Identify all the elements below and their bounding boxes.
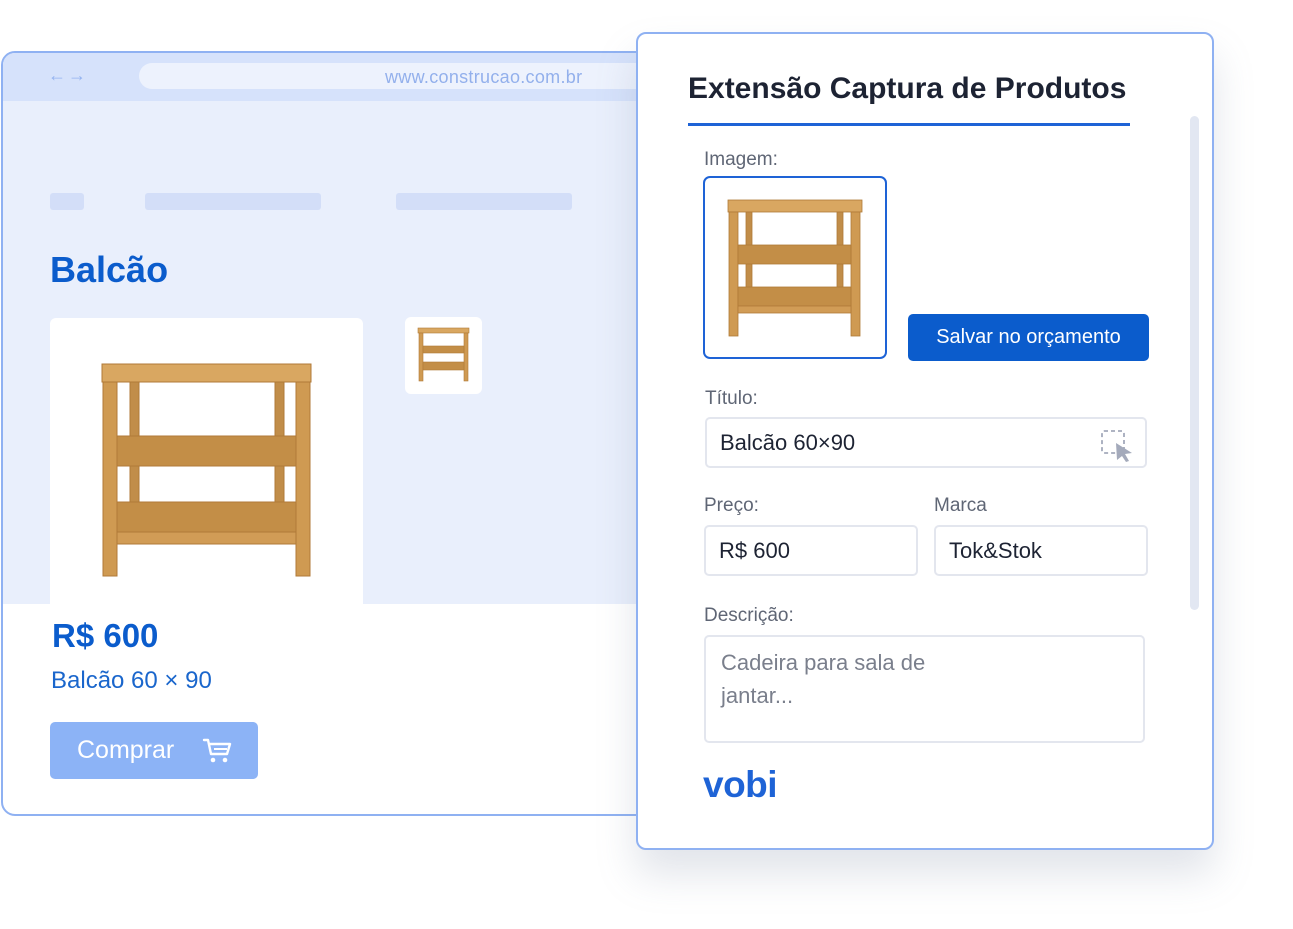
- title-input-value: Balcão 60×90: [720, 429, 856, 455]
- save-to-budget-button[interactable]: Salvar no orçamento: [908, 314, 1149, 361]
- product-price: R$ 600: [52, 617, 159, 654]
- captured-image[interactable]: [703, 176, 887, 359]
- select-cursor-icon[interactable]: [1100, 429, 1138, 463]
- nav-placeholder-2: [145, 193, 321, 210]
- description-textarea[interactable]: Cadeira para sala de jantar...: [704, 635, 1145, 743]
- buy-button-label: Comprar: [77, 736, 175, 764]
- scrollbar[interactable]: [1190, 116, 1199, 610]
- price-input[interactable]: R$ 600: [704, 525, 918, 576]
- image-label: Imagem:: [704, 149, 778, 170]
- browser-window: ←→ www.construcao.com.br Balcão R$ 600 B…: [1, 51, 661, 816]
- brand-input[interactable]: Tok&Stok: [934, 525, 1148, 576]
- title-input[interactable]: Balcão 60×90: [705, 417, 1147, 468]
- buy-button[interactable]: Comprar: [50, 722, 258, 779]
- wooden-shelf-thumbnail: [417, 327, 470, 382]
- shopping-cart-icon: [202, 738, 232, 763]
- nav-placeholder-1: [50, 193, 84, 210]
- title-underline: [688, 123, 1130, 126]
- wooden-shelf-image: [101, 363, 312, 577]
- nav-placeholder-3: [396, 193, 572, 210]
- product-title: Balcão: [50, 249, 169, 290]
- description-field-label: Descrição:: [704, 605, 794, 626]
- product-main-image[interactable]: [50, 318, 363, 630]
- extension-panel: Extensão Captura de Produtos Imagem: Sal…: [636, 32, 1214, 850]
- product-thumbnail[interactable]: [405, 317, 482, 394]
- product-page: Balcão: [3, 101, 659, 630]
- brand-input-value: Tok&Stok: [949, 537, 1042, 563]
- price-input-value: R$ 600: [719, 537, 790, 563]
- brand-field-label: Marca: [934, 495, 987, 516]
- back-forward-arrows-icon[interactable]: ←→: [48, 65, 88, 86]
- browser-toolbar: ←→ www.construcao.com.br: [3, 53, 659, 101]
- product-subtitle: Balcão 60 × 90: [51, 667, 212, 694]
- url-text: www.construcao.com.br: [385, 67, 583, 87]
- wooden-shelf-image: [727, 199, 863, 337]
- title-field-label: Título:: [705, 388, 758, 409]
- price-field-label: Preço:: [704, 495, 759, 516]
- extension-title: Extensão Captura de Produtos: [688, 72, 1127, 105]
- vobi-logo: vobi: [703, 764, 778, 805]
